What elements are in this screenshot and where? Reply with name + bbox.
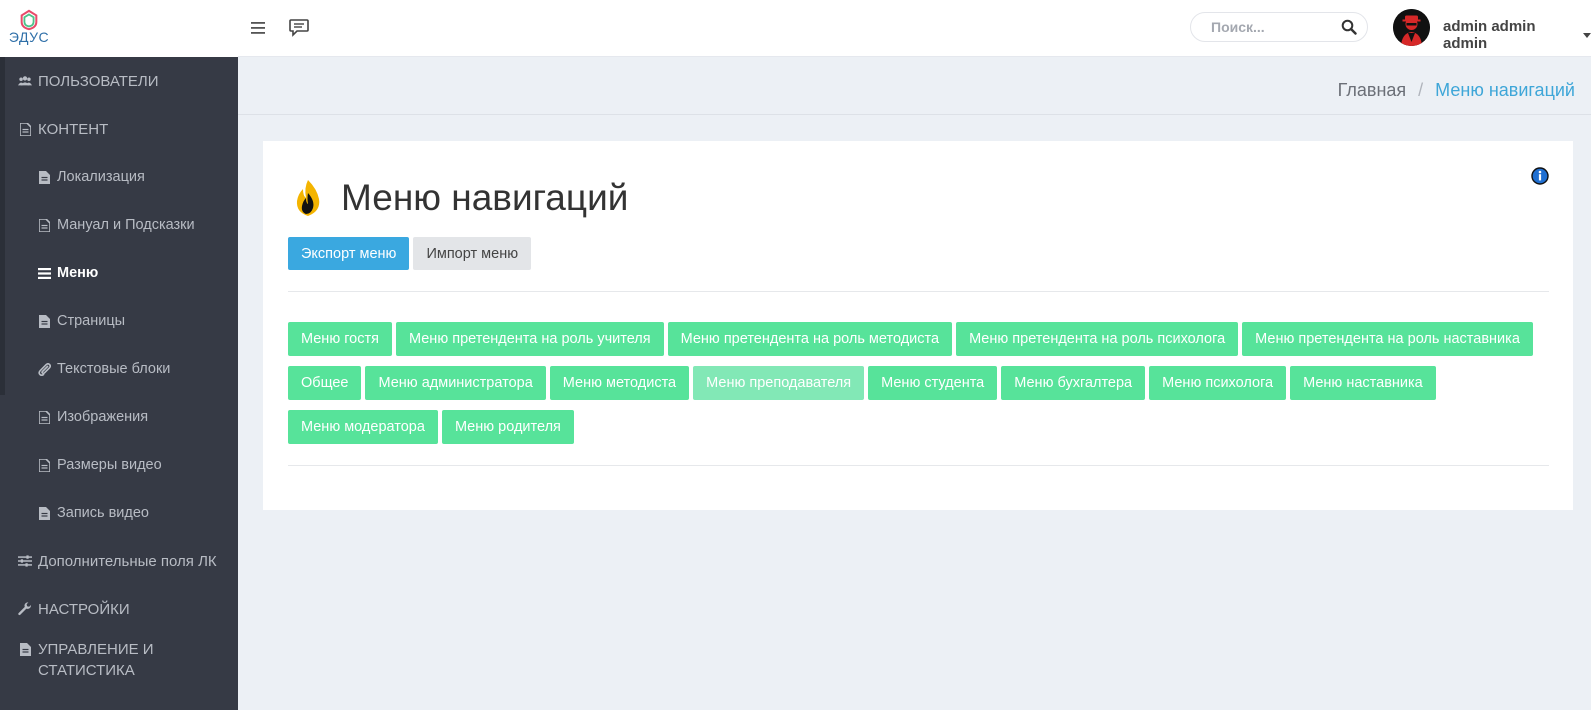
sidebar-item-video-sizes[interactable]: Размеры видео [0,441,238,489]
menu-button-parent[interactable]: Меню родителя [441,410,574,444]
file-icon [37,314,51,328]
sidebar-item-label: Изображения [57,409,149,425]
file-icon [18,122,32,136]
info-icon[interactable] [1531,167,1549,185]
menu-button-methodist[interactable]: Меню методиста [549,366,690,400]
breadcrumb-bar: Главная / Меню навигаций [238,57,1591,115]
menu-button-general[interactable]: Общее [288,366,362,400]
file-icon [37,410,51,424]
menu-button-guest[interactable]: Меню гостя [288,322,392,356]
search-input[interactable] [1211,19,1341,35]
chat-icon[interactable] [289,18,309,38]
menu-list: Меню гостя Меню претендента на роль учит… [288,322,1548,444]
divider [288,291,1549,292]
paperclip-icon [37,362,51,376]
logo-icon [20,9,38,31]
user-menu[interactable]: admin admin admin [1443,18,1591,52]
users-icon [18,74,32,88]
menu-button-accountant[interactable]: Меню бухгалтера [1001,366,1146,400]
sidebar-item-label: КОНТЕНТ [38,120,109,138]
sidebar-item-label: Локализация [57,169,145,185]
avatar[interactable] [1393,9,1430,46]
sidebar-item-content[interactable]: КОНТЕНТ [0,105,238,153]
sidebar-item-extra-fields[interactable]: Дополнительные поля ЛК [0,537,238,585]
sidebar-item-label: Меню [57,265,99,281]
file-icon [37,218,51,232]
sidebar-section-accent [0,57,5,395]
sidebar-item-users[interactable]: ПОЛЬЗОВАТЕЛИ [0,57,238,105]
sidebar-item-management[interactable]: УПРАВЛЕНИЕ И СТАТИСТИКА [0,633,238,697]
sidebar-item-label: ПОЛЬЗОВАТЕЛИ [38,72,159,90]
breadcrumb-home[interactable]: Главная [1338,80,1407,101]
main-panel: Меню навигаций Экспорт меню Импорт меню … [263,141,1573,510]
wrench-icon [18,602,32,616]
menu-button-methodist-candidate[interactable]: Меню претендента на роль методиста [667,322,953,356]
menu-button-student[interactable]: Меню студента [868,366,998,400]
sidebar-item-manual[interactable]: Мануал и Подсказки [0,201,238,249]
sidebar-item-label: УПРАВЛЕНИЕ И СТАТИСТИКА [38,641,154,679]
page-title: Меню навигаций [341,177,629,218]
breadcrumb-separator: / [1418,80,1424,100]
sidebar-item-label: Запись видео [57,505,149,521]
file-icon [18,642,32,656]
menu-button-teacher-candidate[interactable]: Меню претендента на роль учителя [396,322,664,356]
sidebar-item-images[interactable]: Изображения [0,393,238,441]
logo-area: ЭДУС [0,0,238,57]
sidebar-item-video-recording[interactable]: Запись видео [0,489,238,537]
export-menu-button[interactable]: Экспорт меню [288,237,410,270]
menu-button-mentor-candidate[interactable]: Меню претендента на роль наставника [1242,322,1533,356]
breadcrumb-current: Меню навигаций [1435,80,1575,100]
file-icon [37,458,51,472]
menu-button-teacher[interactable]: Меню преподавателя [693,366,865,400]
menu-button-administrator[interactable]: Меню администратора [365,366,546,400]
sidebar-item-label: НАСТРОЙКИ [38,600,130,618]
menu-button-mentor[interactable]: Меню наставника [1290,366,1436,400]
menu-button-moderator[interactable]: Меню модератора [288,410,438,444]
logo-text: ЭДУС [8,29,50,45]
file-icon [37,506,51,520]
caret-down-icon [1583,32,1591,38]
divider [288,465,1549,466]
sidebar-item-label: Размеры видео [57,457,162,473]
user-name: admin admin admin [1443,18,1536,52]
sidebar-item-pages[interactable]: Страницы [0,297,238,345]
sidebar-item-settings[interactable]: НАСТРОЙКИ [0,585,238,633]
sidebar-item-label: Страницы [57,313,126,329]
sidebar: ЭДУС ПОЛЬЗОВАТЕЛИ КОНТЕНТ Локализация Ма… [0,0,238,710]
menu-button-psychologist[interactable]: Меню психолога [1149,366,1287,400]
sliders-icon [18,554,32,568]
sidebar-item-label: Мануал и Подсказки [57,217,195,233]
sidebar-item-localization[interactable]: Локализация [0,153,238,201]
top-bar: admin admin admin [238,0,1591,57]
flame-icon [296,180,320,216]
file-icon [37,170,51,184]
title-row: Меню навигаций [293,177,628,219]
import-menu-button[interactable]: Импорт меню [413,237,532,270]
sidebar-item-text-blocks[interactable]: Текстовые блоки [0,345,238,393]
sidebar-item-label: Текстовые блоки [57,361,171,377]
logo[interactable]: ЭДУС [9,9,49,45]
search-box [1190,12,1368,42]
hamburger-icon[interactable] [248,18,268,38]
sidebar-nav: ПОЛЬЗОВАТЕЛИ КОНТЕНТ Локализация Мануал … [0,57,238,697]
bars-icon [37,266,51,280]
menu-button-psychologist-candidate[interactable]: Меню претендента на роль психолога [956,322,1239,356]
sidebar-item-menu[interactable]: Меню [0,249,238,297]
action-buttons: Экспорт меню Импорт меню [288,237,532,270]
sidebar-item-label: Дополнительные поля ЛК [38,552,217,570]
breadcrumb: Главная / Меню навигаций [1338,80,1575,101]
search-icon[interactable] [1341,19,1357,35]
